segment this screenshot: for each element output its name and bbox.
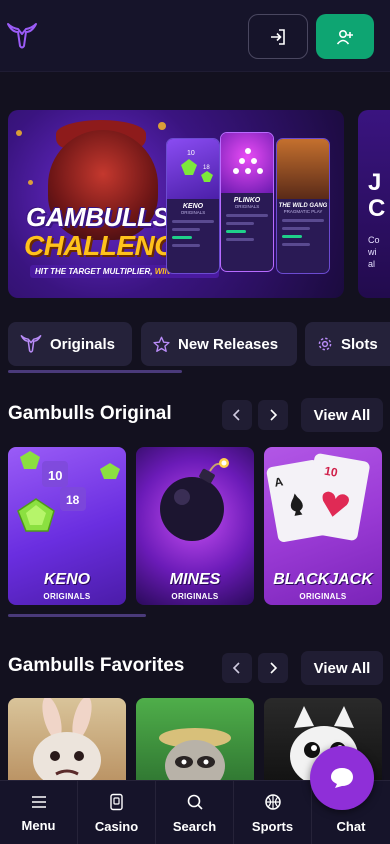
svg-text:18: 18 bbox=[203, 165, 210, 171]
banner-subtitle-a: HIT THE TARGET MULTIPLIER, bbox=[35, 267, 153, 276]
game-card-mines[interactable]: MINES ORIGINALS bbox=[136, 447, 254, 605]
favorites-view-all-button[interactable]: View All bbox=[301, 651, 383, 685]
bomb-art bbox=[160, 458, 229, 541]
svg-text:10: 10 bbox=[187, 150, 195, 157]
nav-label: Sports bbox=[251, 818, 294, 834]
text-line bbox=[172, 244, 200, 247]
nav-label: Chat bbox=[336, 818, 366, 834]
wild-gang-art bbox=[277, 139, 329, 199]
section-title-favorites: Gambulls Favorites bbox=[8, 655, 185, 676]
favorites-next-button[interactable] bbox=[258, 653, 288, 683]
game-subtitle: ORIGINALS bbox=[43, 592, 91, 601]
text-line bbox=[172, 220, 214, 223]
casino-icon bbox=[109, 793, 123, 810]
text-line bbox=[226, 230, 246, 233]
chevron-right-icon bbox=[270, 409, 278, 421]
tab-originals[interactable]: Originals bbox=[8, 322, 132, 366]
game-title: BLACKJACK bbox=[273, 571, 373, 588]
game-card-keno[interactable]: 10 18 KENO ORIGINALS bbox=[8, 447, 126, 605]
tabs-scrollbar[interactable] bbox=[8, 370, 182, 373]
banner-card-sub: PRAGMATIC PLAY bbox=[283, 209, 323, 214]
originals-view-all-button[interactable]: View All bbox=[301, 398, 383, 432]
text-line bbox=[226, 214, 268, 217]
svg-text:10: 10 bbox=[323, 464, 339, 480]
promo-banner[interactable]: GAMBULLS CHALLENGES HIT THE TARGET MULTI… bbox=[8, 110, 344, 298]
nav-label: Casino bbox=[94, 818, 139, 834]
chat-launcher-button[interactable] bbox=[310, 746, 374, 810]
gear-icon bbox=[318, 337, 332, 351]
sparkle bbox=[28, 180, 33, 185]
banner-next-text: Co wi al bbox=[368, 235, 380, 269]
banner-card-wild-gang: THE WILD GANG PRAGMATIC PLAY bbox=[276, 138, 330, 274]
promo-banner-next[interactable]: J C Co wi al bbox=[358, 110, 390, 298]
game-subtitle: ORIGINALS bbox=[299, 592, 347, 601]
register-button[interactable] bbox=[316, 14, 374, 59]
nav-sports[interactable]: Sports bbox=[234, 781, 312, 844]
favorites-prev-button[interactable] bbox=[222, 653, 252, 683]
gem-icon: 10 18 bbox=[181, 150, 213, 182]
tab-slots[interactable]: Slots bbox=[305, 322, 390, 366]
search-icon bbox=[187, 794, 203, 810]
keno-art: 10 18 bbox=[167, 139, 219, 199]
banner-card-title: PLINKO bbox=[233, 197, 261, 204]
banner-card-keno: 10 18 KENO ORIGINALS bbox=[166, 138, 220, 274]
banner-next-title: J C bbox=[368, 169, 386, 222]
sign-in-icon bbox=[271, 28, 285, 45]
tab-new-releases[interactable]: New Releases bbox=[141, 322, 297, 366]
text-line bbox=[172, 228, 200, 231]
banner-card-title: KENO bbox=[182, 203, 204, 210]
svg-text:18: 18 bbox=[66, 493, 80, 507]
game-title: KENO bbox=[43, 571, 91, 588]
text-line bbox=[172, 236, 192, 239]
game-subtitle: ORIGINALS bbox=[171, 592, 219, 601]
game-card-blackjack[interactable]: A 10 BLACKJACK ORIGINALS bbox=[264, 447, 382, 605]
add-user-icon bbox=[336, 29, 353, 45]
tab-label: New Releases bbox=[178, 335, 279, 353]
plinko-pegs-icon bbox=[233, 148, 263, 174]
bull-logo-icon[interactable] bbox=[6, 22, 38, 50]
basketball-icon bbox=[264, 793, 281, 810]
chat-bubble-icon bbox=[331, 768, 353, 788]
nav-label: Search bbox=[172, 818, 217, 834]
banner-title-line1: GAMBULLS bbox=[26, 202, 170, 232]
category-tabs: Originals New Releases Slots bbox=[8, 322, 390, 366]
text-line bbox=[282, 219, 324, 222]
nav-menu[interactable]: Menu bbox=[0, 781, 78, 844]
section-title-originals: Gambulls Original bbox=[8, 403, 172, 424]
nav-search[interactable]: Search bbox=[156, 781, 234, 844]
tab-label: Slots bbox=[341, 335, 378, 353]
star-icon bbox=[153, 336, 170, 352]
text-line bbox=[282, 227, 310, 230]
text-line bbox=[282, 235, 302, 238]
top-header bbox=[0, 0, 390, 72]
text-line bbox=[226, 222, 254, 225]
nav-label: Menu bbox=[21, 817, 56, 833]
originals-next-button[interactable] bbox=[258, 400, 288, 430]
text-line bbox=[226, 238, 254, 241]
bull-icon bbox=[20, 334, 42, 353]
chevron-left-icon bbox=[232, 662, 240, 674]
sparkle bbox=[158, 122, 166, 130]
menu-icon bbox=[31, 795, 46, 808]
chevron-right-icon bbox=[270, 662, 278, 674]
chevron-left-icon bbox=[232, 409, 240, 421]
nav-casino[interactable]: Casino bbox=[78, 781, 156, 844]
sparkle bbox=[16, 130, 22, 136]
originals-scrollbar[interactable] bbox=[8, 614, 146, 617]
playing-cards-art: A 10 bbox=[266, 453, 370, 542]
text-line bbox=[282, 243, 310, 246]
banner-card-plinko: PLINKO ORIGINALS bbox=[220, 132, 274, 272]
svg-text:10: 10 bbox=[48, 468, 62, 483]
banner-card-sub: ORIGINALS bbox=[180, 210, 206, 215]
login-button[interactable] bbox=[248, 14, 308, 59]
tab-label: Originals bbox=[50, 335, 116, 353]
originals-prev-button[interactable] bbox=[222, 400, 252, 430]
plinko-art bbox=[221, 133, 273, 193]
keno-gems-art: 10 18 bbox=[17, 451, 120, 532]
banner-card-sub: ORIGINALS bbox=[234, 204, 260, 209]
game-title: MINES bbox=[169, 571, 221, 588]
